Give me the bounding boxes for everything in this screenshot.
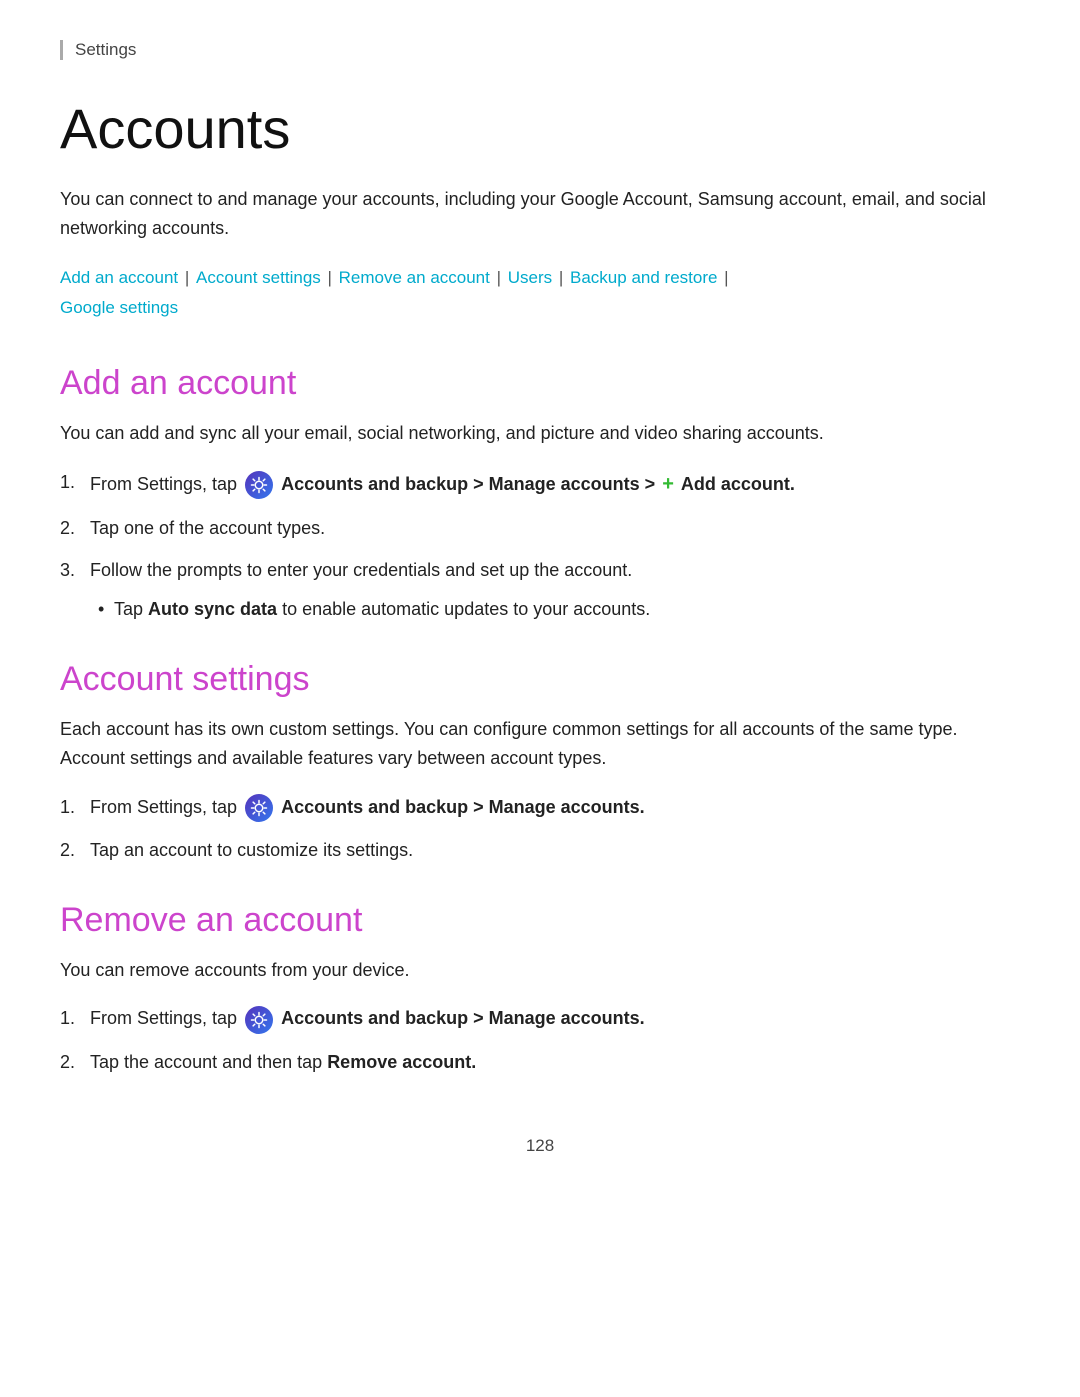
list-item: Tap Auto sync data to enable automatic u… xyxy=(90,595,1020,624)
bullet-list: Tap Auto sync data to enable automatic u… xyxy=(90,595,1020,624)
steps-list-remove: 1. From Settings, tap Accounts and backu… xyxy=(60,1004,1020,1076)
nav-link-account-settings[interactable]: Account settings xyxy=(196,268,321,287)
steps-list-add: 1. From Settings, tap Accounts and backu… xyxy=(60,468,1020,624)
nav-link-add-account[interactable]: Add an account xyxy=(60,268,178,287)
steps-list-settings: 1. From Settings, tap Accounts and backu… xyxy=(60,793,1020,865)
nav-link-google-settings[interactable]: Google settings xyxy=(60,298,178,317)
nav-links: Add an account | Account settings | Remo… xyxy=(60,263,1020,324)
nav-link-users[interactable]: Users xyxy=(508,268,552,287)
list-item: 3. Follow the prompts to enter your cred… xyxy=(60,556,1020,624)
section-desc-settings: Each account has its own custom settings… xyxy=(60,715,1020,773)
page-title: Accounts xyxy=(60,96,1020,161)
section-title-settings: Account settings xyxy=(60,660,1020,699)
section-title-remove: Remove an account xyxy=(60,901,1020,940)
section-add-account: Add an account You can add and sync all … xyxy=(60,364,1020,624)
accounts-backup-icon-2 xyxy=(245,794,273,822)
plus-icon: + xyxy=(662,473,674,495)
section-account-settings: Account settings Each account has its ow… xyxy=(60,660,1020,865)
list-item: 2. Tap one of the account types. xyxy=(60,514,1020,543)
list-item: 2. Tap the account and then tap Remove a… xyxy=(60,1048,1020,1077)
section-title-add: Add an account xyxy=(60,364,1020,403)
section-desc-remove: You can remove accounts from your device… xyxy=(60,956,1020,985)
section-remove-account: Remove an account You can remove account… xyxy=(60,901,1020,1077)
list-item: 1. From Settings, tap Accounts and backu… xyxy=(60,468,1020,500)
section-desc-add: You can add and sync all your email, soc… xyxy=(60,419,1020,448)
accounts-backup-icon-3 xyxy=(245,1006,273,1034)
breadcrumb: Settings xyxy=(60,40,1020,60)
page-number: 128 xyxy=(60,1136,1020,1156)
accounts-backup-icon xyxy=(245,471,273,499)
list-item: 1. From Settings, tap Accounts and backu… xyxy=(60,793,1020,822)
nav-link-remove-account[interactable]: Remove an account xyxy=(339,268,490,287)
list-item: 2. Tap an account to customize its setti… xyxy=(60,836,1020,865)
intro-text: You can connect to and manage your accou… xyxy=(60,185,1020,243)
nav-link-backup[interactable]: Backup and restore xyxy=(570,268,717,287)
list-item: 1. From Settings, tap Accounts and backu… xyxy=(60,1004,1020,1033)
